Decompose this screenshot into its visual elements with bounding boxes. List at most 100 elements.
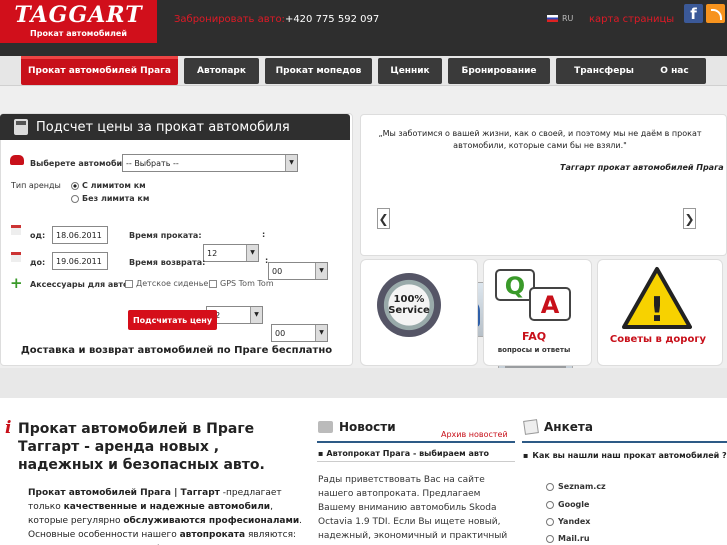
rent-minute-value: 00 bbox=[272, 266, 283, 276]
calculator-title: Подсчет цены за прокат автомобиля bbox=[36, 119, 290, 135]
section-separator bbox=[0, 368, 727, 398]
time-colon: : bbox=[262, 230, 266, 239]
car-select-label: Выберете автомобиль: bbox=[30, 159, 137, 168]
pencil-icon bbox=[523, 419, 539, 435]
radio-with-limit[interactable]: С лимитом км bbox=[71, 181, 146, 190]
news-heading: Новости bbox=[318, 420, 396, 434]
intro-paragraph: Прокат автомобилей Прага | Таггарт -пред… bbox=[28, 486, 310, 545]
nav-booking[interactable]: Бронирование bbox=[448, 58, 550, 84]
gallery-next-button[interactable]: ❯ bbox=[683, 208, 696, 229]
news-item-link[interactable]: Автопрокат Прага - выбираем авто bbox=[326, 449, 489, 458]
faq-title[interactable]: FAQ bbox=[484, 330, 584, 343]
child-seat-label: Детское сиденье bbox=[136, 279, 209, 288]
nav-about[interactable]: О нас bbox=[643, 58, 706, 84]
time-colon: : bbox=[265, 256, 269, 265]
child-seat-checkbox[interactable]: Детское сиденье bbox=[125, 279, 208, 288]
calculate-price-button[interactable]: Подсчитать цену bbox=[128, 310, 217, 330]
free-delivery-note: Доставка и возврат автомобилей по Праге … bbox=[20, 345, 333, 356]
seal-percent: 100% bbox=[393, 294, 425, 305]
road-tips-title[interactable]: Советы в дорогу bbox=[598, 334, 718, 345]
calculator-icon bbox=[14, 119, 28, 135]
logo-subtitle: Прокат автомобилей bbox=[30, 29, 127, 38]
accessories-label: Аксессуары для авто: bbox=[30, 280, 132, 289]
sitemap-link[interactable]: карта страницы bbox=[589, 14, 674, 25]
intro-strong: Прокат автомобилей Прага | Таггарт bbox=[28, 488, 220, 498]
car-select-value: -- Выбрать -- bbox=[126, 158, 179, 168]
radio-icon bbox=[546, 500, 554, 509]
logo-text: TAGGART bbox=[14, 2, 143, 28]
logo[interactable]: TAGGART Прокат автомобилей bbox=[0, 0, 157, 43]
calendar-icon[interactable] bbox=[11, 225, 21, 235]
nav-fleet[interactable]: Автопарк bbox=[184, 58, 259, 84]
poll-option-label: Yandex bbox=[558, 517, 591, 526]
poll-option-label: Mail.ru bbox=[558, 534, 590, 543]
chevron-down-icon: ▼ bbox=[285, 155, 297, 171]
from-label: од: bbox=[30, 231, 46, 240]
nav-moped-rental[interactable]: Прокат мопедов bbox=[265, 58, 372, 84]
radio-icon bbox=[546, 534, 554, 543]
booking-label: Забронировать авто: bbox=[174, 14, 285, 25]
return-time-label: Время возврата: bbox=[129, 258, 206, 267]
info-icon: i bbox=[5, 418, 12, 438]
nav-car-rental-prague[interactable]: Прокат автомобилей Прага bbox=[21, 56, 178, 85]
seal-text: Service bbox=[388, 305, 430, 316]
divider bbox=[317, 461, 515, 462]
radio-icon bbox=[546, 482, 554, 491]
nav-prices[interactable]: Ценник bbox=[378, 58, 442, 84]
from-date-input[interactable]: 18.06.2011 bbox=[52, 226, 108, 244]
gps-checkbox[interactable]: GPS Tom Tom bbox=[209, 279, 274, 288]
faq-icon: Q A bbox=[495, 269, 571, 321]
checkbox-icon bbox=[209, 279, 217, 288]
news-item-title[interactable]: ▪ Автопрокат Прага - выбираем авто bbox=[318, 449, 489, 458]
language-switch[interactable]: RU bbox=[547, 14, 573, 23]
calendar-icon[interactable] bbox=[11, 252, 21, 262]
rent-hour-select[interactable]: 12 ▼ bbox=[203, 244, 259, 262]
russian-flag-icon bbox=[547, 15, 558, 22]
poll-option[interactable]: Mail.ru bbox=[546, 534, 590, 543]
intro-strong: обслуживаются професионалами bbox=[123, 516, 300, 526]
poll-option[interactable]: Seznam.cz bbox=[546, 482, 606, 491]
chevron-down-icon: ▼ bbox=[250, 307, 262, 323]
rent-time-label: Время проката: bbox=[129, 231, 202, 240]
nav-transfers[interactable]: Трансферы bbox=[556, 58, 652, 84]
faq-subtitle: вопросы и ответы bbox=[497, 346, 571, 354]
radio-icon bbox=[71, 194, 79, 203]
rent-hour-value: 12 bbox=[207, 248, 218, 258]
chevron-down-icon: ▼ bbox=[246, 245, 258, 261]
rss-icon[interactable] bbox=[706, 4, 725, 23]
to-date-input[interactable]: 19.06.2011 bbox=[52, 252, 108, 270]
poll-option-label: Google bbox=[558, 500, 590, 509]
intro-strong: автопроката bbox=[179, 530, 246, 540]
warning-icon: ! bbox=[622, 267, 692, 330]
rental-type-label: Тип аренды bbox=[11, 181, 61, 190]
page-heading: Прокат автомобилей в Праге Таггарт - аре… bbox=[18, 421, 265, 473]
poll-question: ▪ Как вы нашли наш прокат автомобилей ? bbox=[523, 449, 727, 463]
newspaper-icon bbox=[318, 421, 333, 433]
to-label: до: bbox=[30, 258, 46, 267]
bullet-icon: ▪ bbox=[523, 451, 529, 460]
gallery-prev-button[interactable]: ❮ bbox=[377, 208, 390, 229]
rent-minute-select[interactable]: 00 ▼ bbox=[268, 262, 328, 280]
poll-question-text: Как вы нашли наш прокат автомобилей ? bbox=[532, 451, 727, 460]
facebook-icon[interactable]: f bbox=[684, 4, 703, 23]
plus-icon: + bbox=[10, 274, 23, 292]
return-minute-select[interactable]: 00 ▼ bbox=[271, 324, 328, 342]
news-archive-link[interactable]: Архив новостей bbox=[441, 430, 508, 439]
poll-option[interactable]: Yandex bbox=[546, 517, 590, 526]
radio-no-limit[interactable]: Без лимита км bbox=[71, 194, 149, 203]
radio-no-limit-label: Без лимита км bbox=[82, 194, 150, 203]
main-nav: Прокат автомобилей Прага Автопарк Прокат… bbox=[0, 56, 727, 86]
poll-heading: Анкета bbox=[523, 419, 593, 435]
bullet-icon: ▪ bbox=[318, 449, 324, 458]
car-select[interactable]: -- Выбрать -- ▼ bbox=[122, 154, 298, 172]
quote-author: Таггарт прокат автомобилей Прага bbox=[560, 163, 724, 172]
checkbox-icon bbox=[125, 279, 133, 288]
faq-q: Q bbox=[505, 272, 525, 300]
news-title: Новости bbox=[339, 420, 396, 434]
radio-icon bbox=[546, 517, 554, 526]
phone-number[interactable]: +420 775 592 097 bbox=[285, 14, 379, 25]
poll-option[interactable]: Google bbox=[546, 500, 589, 509]
car-icon bbox=[10, 155, 24, 165]
language-label: RU bbox=[562, 14, 574, 23]
divider bbox=[317, 441, 515, 443]
